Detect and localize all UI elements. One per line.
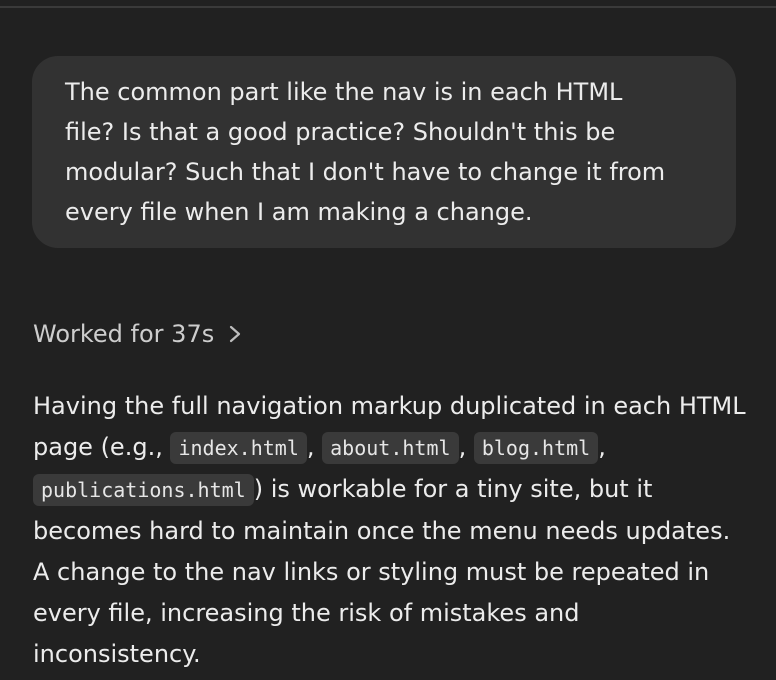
user-message-text: The common part like the nav is in each … <box>65 78 666 226</box>
top-divider <box>0 6 776 8</box>
worked-for-toggle[interactable]: Worked for 37s <box>33 314 242 354</box>
inline-code-about: about.html <box>322 432 459 464</box>
answer-separator: , <box>458 433 474 461</box>
inline-code-blog: blog.html <box>473 432 599 464</box>
worked-for-label: Worked for 37s <box>33 320 215 348</box>
assistant-answer: Having the full navigation markup duplic… <box>33 386 753 675</box>
inline-code-publications: publications.html <box>33 474 254 506</box>
answer-separator: , <box>598 433 606 461</box>
user-message-bubble: The common part like the nav is in each … <box>32 56 736 248</box>
answer-separator: , <box>306 433 323 461</box>
inline-code-index: index.html <box>170 432 307 464</box>
chevron-right-icon <box>230 325 241 343</box>
